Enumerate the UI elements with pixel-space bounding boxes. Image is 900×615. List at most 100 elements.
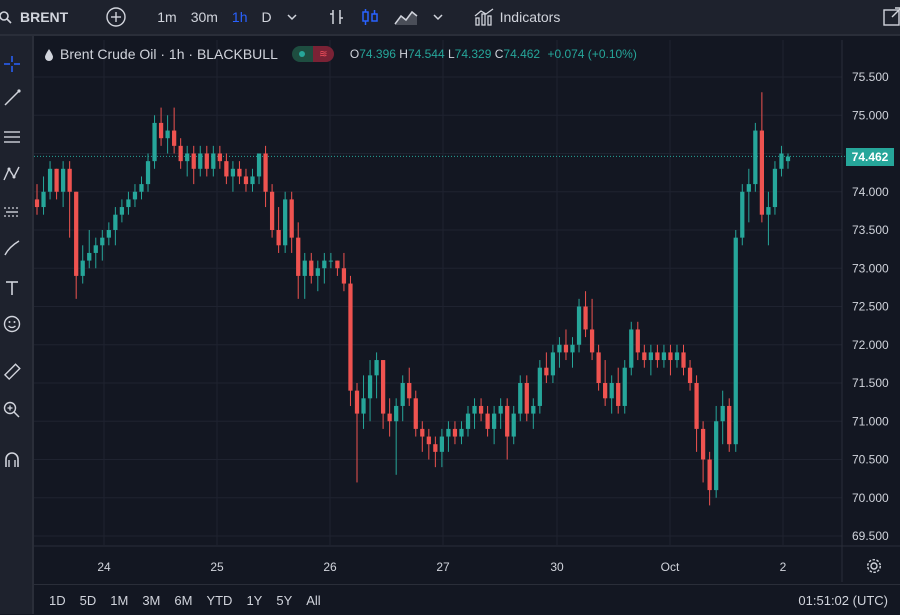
candle-body [766,207,771,215]
gear-icon[interactable] [866,558,882,574]
range-5y[interactable]: 5Y [269,593,299,608]
candle-body [642,352,647,361]
candle-body [753,130,758,185]
candle-body [694,383,699,429]
y-tick-label: 70.000 [852,491,889,505]
candle-body [328,260,333,262]
y-tick-label: 71.500 [852,376,889,390]
candle-body [276,230,281,246]
x-tick-label: 2 [780,560,787,574]
candle-body [394,405,399,422]
candle-body [714,421,719,491]
candle-body [727,405,732,445]
candle-body [132,191,138,200]
y-tick-label: 69.500 [852,529,889,543]
x-tick-label: Oct [661,560,680,574]
candle-body [296,237,301,276]
candle-body [380,360,386,414]
candle-body [100,237,105,246]
candle-body [237,168,242,177]
y-tick-label: 74.000 [852,185,889,199]
range-1d[interactable]: 1D [42,593,73,608]
candle-body [524,383,529,414]
candle-body [589,329,595,353]
price-chart[interactable]: 75.50075.00074.50074.00073.50073.00072.5… [0,0,900,614]
candle-body [263,153,268,192]
candle-body [433,444,438,452]
utc-clock[interactable]: 01:51:02 (UTC) [798,593,888,608]
x-tick-label: 27 [436,560,450,574]
candle-body [283,199,288,246]
candle-body [785,156,791,162]
candle-body [185,153,190,162]
candle-body [243,176,249,185]
candle-body [178,145,183,162]
candle-body [204,153,209,169]
candle-body [302,260,307,276]
candle-body [400,383,405,406]
last-price-badge: 74.462 [846,148,894,166]
candle-body [478,405,484,414]
candle-body [603,383,608,399]
candle-body [41,191,46,208]
range-1y[interactable]: 1Y [239,593,269,608]
candle-body [413,398,418,429]
candle-body [87,252,92,261]
candle-body [191,153,196,169]
y-tick-label: 72.500 [852,300,889,314]
x-tick-label: 25 [210,560,224,574]
candle-body [80,260,85,276]
candle-body [674,352,680,361]
x-tick-label: 24 [97,560,111,574]
candle-body [119,207,125,215]
candle-body [465,413,471,429]
candle-body [485,413,490,429]
candle-body [439,436,445,452]
candle-body [720,405,725,422]
candle-body [537,367,542,406]
candle-body [655,352,660,361]
range-6m[interactable]: 6M [167,593,199,608]
eye-icon [291,46,313,62]
candle-body [256,153,262,177]
candle-body [668,352,673,361]
candle-body [570,344,575,353]
candle-body [511,413,516,437]
candle-body [740,191,745,238]
range-ytd[interactable]: YTD [199,593,239,608]
candle-body [387,413,392,422]
y-tick-label: 75.500 [852,70,889,84]
candle-body [531,405,536,414]
candle-body [648,352,653,361]
candle-body [420,428,425,437]
range-1m[interactable]: 1M [103,593,135,608]
candle-body [518,383,523,414]
range-5d[interactable]: 5D [73,593,104,608]
candle-body [172,130,177,146]
change-value: +0.074 (+0.10%) [547,47,637,61]
candle-body [452,428,458,437]
candle-body [126,199,131,208]
candle-body [361,398,366,414]
candle-body [407,383,412,399]
candle-body [772,168,778,208]
candle-body [563,344,569,353]
range-3m[interactable]: 3M [135,593,167,608]
candle-body [341,268,347,284]
range-bar: 1D 5D 1M 3M 6M YTD 1Y 5Y All 01:51:02 (U… [34,584,900,615]
candle-body [139,184,144,192]
candle-body [492,413,497,429]
candle-body [74,191,79,276]
candle-body [269,191,275,230]
candle-body [67,168,72,192]
candle-body [145,161,151,185]
candle-body [158,122,164,139]
y-tick-label: 73.500 [852,223,889,237]
candle-body [583,306,588,330]
visibility-toggle[interactable]: ≋ [291,46,334,62]
range-all[interactable]: All [299,593,327,608]
y-tick-label: 70.500 [852,453,889,467]
candle-body [635,329,640,353]
candle-body [47,168,53,192]
candle-body [367,375,373,399]
